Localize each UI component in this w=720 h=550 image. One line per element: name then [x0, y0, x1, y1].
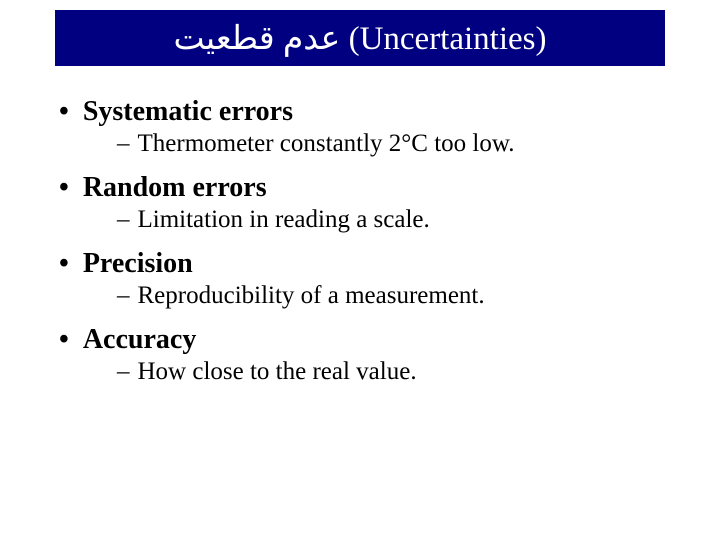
list-item: • Accuracy – How close to the real value…: [55, 324, 665, 386]
heading-text: Systematic errors: [83, 96, 293, 128]
slide-title: عدم قطعیت (Uncertainties): [55, 10, 665, 66]
slide-content: • Systematic errors – Thermometer consta…: [0, 66, 720, 386]
sub-text: Reproducibility of a measurement.: [138, 282, 485, 310]
bullet-icon: •: [59, 248, 69, 280]
bullet-icon: •: [59, 324, 69, 356]
dash-icon: –: [117, 206, 130, 234]
sub-bullet: – Limitation in reading a scale.: [117, 206, 665, 234]
bullet-icon: •: [59, 96, 69, 128]
bullet-icon: •: [59, 172, 69, 204]
main-bullet: • Accuracy: [55, 324, 665, 356]
sub-text: Limitation in reading a scale.: [138, 206, 430, 234]
main-bullet: • Systematic errors: [55, 96, 665, 128]
list-item: • Precision – Reproducibility of a measu…: [55, 248, 665, 310]
sub-text: How close to the real value.: [138, 358, 417, 386]
heading-text: Precision: [83, 248, 193, 280]
sub-bullet: – How close to the real value.: [117, 358, 665, 386]
dash-icon: –: [117, 358, 130, 386]
list-item: • Systematic errors – Thermometer consta…: [55, 96, 665, 158]
heading-text: Random errors: [83, 172, 267, 204]
heading-text: Accuracy: [83, 324, 197, 356]
sub-text: Thermometer constantly 2°C too low.: [138, 130, 515, 158]
dash-icon: –: [117, 130, 130, 158]
main-bullet: • Random errors: [55, 172, 665, 204]
sub-bullet: – Reproducibility of a measurement.: [117, 282, 665, 310]
dash-icon: –: [117, 282, 130, 310]
main-bullet: • Precision: [55, 248, 665, 280]
list-item: • Random errors – Limitation in reading …: [55, 172, 665, 234]
sub-bullet: – Thermometer constantly 2°C too low.: [117, 130, 665, 158]
